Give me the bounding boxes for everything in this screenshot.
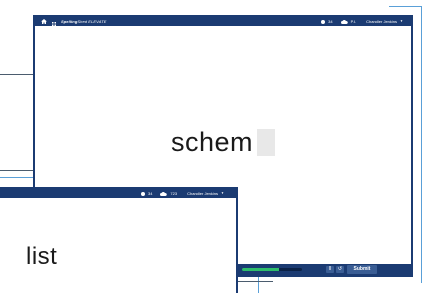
grid-icon[interactable] (52, 20, 56, 26)
coins-stat: 34 (321, 17, 333, 26)
cloud-icon (160, 191, 170, 196)
caret-down-icon: ▼ (400, 19, 403, 23)
brand-prefix: Spelling (61, 19, 78, 24)
word-display: schem (35, 127, 411, 157)
secondary-top-nav-bar: 34 723 Chandler Jenkins ▼ (0, 189, 236, 198)
main-nav-right: 34 P.I. Chandler Jenkins ▼ (313, 17, 411, 26)
home-icon[interactable] (41, 19, 47, 24)
reset-button[interactable]: ↺ (336, 266, 344, 273)
current-word: schem (170, 127, 254, 157)
answer-input-cursor[interactable] (257, 128, 276, 156)
main-nav-left: SpellingShed ELEVATE (35, 17, 107, 26)
submit-button[interactable]: Submit (347, 265, 377, 274)
secondary-coins-value: 34 (147, 191, 153, 196)
cloud-icon (340, 19, 351, 24)
coin-icon (321, 19, 326, 24)
connector-line-top (0, 74, 33, 75)
user-name: Chandler Jenkins (366, 19, 398, 24)
secondary-coins-stat: 34 (140, 189, 153, 198)
connector-line-mid-left (0, 170, 33, 171)
user-menu[interactable]: Chandler Jenkins ▼ (366, 17, 403, 26)
cloud-value: P.I. (350, 19, 357, 24)
secondary-current-word: list (26, 243, 58, 270)
coin-icon (140, 191, 145, 196)
secondary-spelling-window: 34 723 Chandler Jenkins ▼ list (0, 187, 238, 293)
secondary-cloud-value: 723 (170, 191, 178, 196)
caret-down-icon: ▼ (221, 191, 224, 195)
progress-bar-fill (242, 268, 280, 271)
connector-line-bottom (238, 281, 273, 282)
secondary-user-menu[interactable]: Chandler Jenkins ▼ (187, 189, 224, 198)
connector-line-right-vertical (421, 6, 422, 283)
connector-line-right-top (389, 6, 422, 7)
progress-bar (242, 268, 302, 271)
main-top-nav-bar: SpellingShed ELEVATE 34 P.I. Chandler Je… (35, 17, 411, 26)
secondary-cloud-stat: 723 (160, 189, 177, 198)
connector-line-bottom-vertical (258, 277, 259, 293)
stage: SpellingShed ELEVATE 34 P.I. Chandler Je… (0, 0, 432, 293)
secondary-user-name: Chandler Jenkins (187, 191, 219, 196)
pause-button[interactable]: II (326, 266, 334, 273)
brand-logo[interactable]: SpellingShed ELEVATE (61, 17, 107, 26)
secondary-nav-right: 34 723 Chandler Jenkins ▼ (133, 189, 236, 198)
cloud-stat: P.I. (340, 17, 357, 26)
coins-value: 34 (328, 19, 333, 24)
brand-suffix: Shed ELEVATE (77, 19, 107, 24)
